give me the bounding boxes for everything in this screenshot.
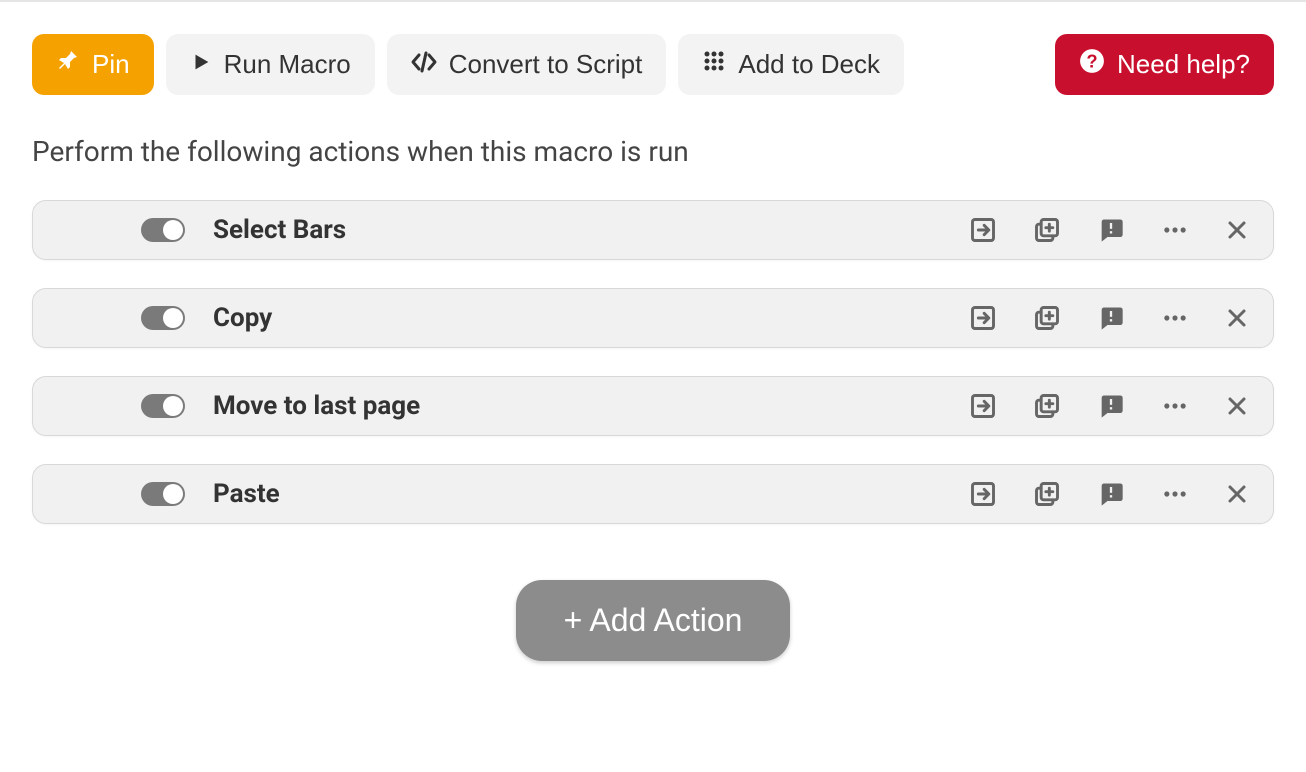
pin-icon <box>56 49 80 80</box>
more-icon[interactable] <box>1161 304 1189 332</box>
close-icon[interactable] <box>1225 218 1249 242</box>
run-macro-button[interactable]: Run Macro <box>166 34 375 95</box>
instruction-text: Perform the following actions when this … <box>32 135 1274 168</box>
play-icon <box>190 49 212 80</box>
action-row: Select Bars <box>32 200 1274 260</box>
enter-icon[interactable] <box>969 304 997 332</box>
action-toggle[interactable] <box>141 218 185 242</box>
svg-text:?: ? <box>1086 51 1097 72</box>
action-row: Copy <box>32 288 1274 348</box>
action-label: Paste <box>213 479 280 509</box>
close-icon[interactable] <box>1225 394 1249 418</box>
more-icon[interactable] <box>1161 392 1189 420</box>
duplicate-icon[interactable] <box>1033 392 1061 420</box>
add-action-button[interactable]: + Add Action <box>516 580 791 661</box>
duplicate-icon[interactable] <box>1033 304 1061 332</box>
enter-icon[interactable] <box>969 480 997 508</box>
action-toggle[interactable] <box>141 394 185 418</box>
enter-icon[interactable] <box>969 216 997 244</box>
action-toggle[interactable] <box>141 306 185 330</box>
feedback-icon[interactable] <box>1097 480 1125 508</box>
feedback-icon[interactable] <box>1097 392 1125 420</box>
pin-label: Pin <box>92 49 130 80</box>
feedback-icon[interactable] <box>1097 304 1125 332</box>
action-label: Select Bars <box>213 215 346 245</box>
help-icon: ? <box>1079 48 1105 81</box>
action-label: Move to last page <box>213 391 420 421</box>
convert-script-button[interactable]: Convert to Script <box>387 34 667 95</box>
code-icon <box>411 49 437 80</box>
close-icon[interactable] <box>1225 482 1249 506</box>
more-icon[interactable] <box>1161 480 1189 508</box>
toolbar: Pin Run Macro Convert to Script <box>32 34 1274 95</box>
duplicate-icon[interactable] <box>1033 216 1061 244</box>
run-macro-label: Run Macro <box>224 49 351 80</box>
add-to-deck-button[interactable]: Add to Deck <box>678 34 904 95</box>
add-to-deck-label: Add to Deck <box>738 49 880 80</box>
more-icon[interactable] <box>1161 216 1189 244</box>
grid-icon <box>702 49 726 80</box>
action-label: Copy <box>213 303 272 333</box>
action-row: Move to last page <box>32 376 1274 436</box>
action-toggle[interactable] <box>141 482 185 506</box>
convert-script-label: Convert to Script <box>449 49 643 80</box>
action-row: Paste <box>32 464 1274 524</box>
feedback-icon[interactable] <box>1097 216 1125 244</box>
duplicate-icon[interactable] <box>1033 480 1061 508</box>
close-icon[interactable] <box>1225 306 1249 330</box>
actions-list: Select Bars <box>32 200 1274 524</box>
pin-button[interactable]: Pin <box>32 34 154 95</box>
need-help-button[interactable]: ? Need help? <box>1055 34 1274 95</box>
need-help-label: Need help? <box>1117 49 1250 80</box>
enter-icon[interactable] <box>969 392 997 420</box>
